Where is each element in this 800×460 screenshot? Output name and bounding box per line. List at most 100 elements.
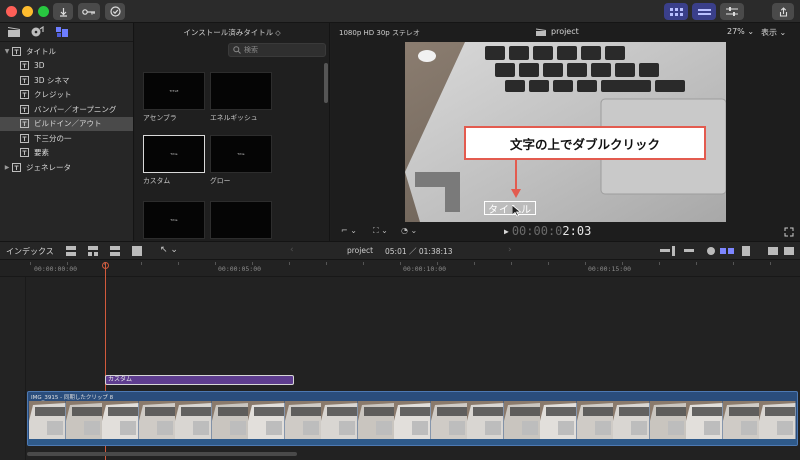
share-icon — [779, 6, 787, 17]
crop-menu[interactable]: ⛶ ⌄ — [373, 226, 388, 236]
sidebar-item-label: ジェネレータ — [26, 162, 71, 172]
video-frame — [613, 401, 650, 439]
history-back-icon[interactable]: ‹ — [290, 245, 294, 255]
timeline-project-label: project — [347, 246, 374, 255]
title-thumbnail[interactable] — [210, 201, 272, 239]
sidebar-item[interactable]: 3D — [0, 59, 133, 74]
ruler-tick — [437, 262, 438, 265]
titles-generators-icon[interactable] — [55, 26, 69, 38]
browser-scrollbar[interactable] — [324, 63, 328, 103]
title-category-icon — [19, 148, 29, 158]
thumbnail-title-text: Title — [237, 151, 245, 156]
ruler-label: 00:00:00:00 — [34, 265, 78, 273]
play-icon[interactable]: ▶ — [504, 227, 509, 236]
title-thumbnail[interactable]: Title — [210, 135, 272, 173]
ruler-tick — [363, 262, 364, 265]
zoom-window-button[interactable] — [38, 6, 49, 17]
ruler-tick — [289, 262, 290, 265]
title-text-overlay[interactable]: タイトル — [484, 201, 536, 216]
sidebar-item[interactable]: ▶ ジェネレータ — [0, 160, 133, 175]
video-frame — [65, 401, 102, 439]
clapper-icon — [536, 28, 546, 36]
sidebar-item[interactable]: バンパー／オープニング — [0, 102, 133, 117]
zoom-value: 27% — [727, 27, 745, 36]
keywords-button[interactable] — [78, 3, 100, 20]
title-category-icon — [19, 90, 29, 100]
video-frame — [649, 401, 686, 439]
ruler-tick — [215, 262, 216, 265]
music-icon[interactable] — [31, 26, 45, 38]
timecode-dim: 00:00:0 — [511, 224, 563, 238]
clapper-icon[interactable] — [7, 26, 21, 38]
title-thumbnail[interactable] — [210, 72, 272, 110]
ruler-tick — [400, 262, 401, 265]
zoom-menu[interactable]: 27% ⌄ — [727, 27, 754, 36]
video-frame — [248, 401, 285, 439]
sidebar-item[interactable]: クレジット — [0, 88, 133, 103]
speed-menu[interactable]: ◔ ⌄ — [401, 226, 417, 235]
background-tasks-button[interactable] — [105, 3, 125, 20]
arrow-down-icon — [511, 160, 521, 198]
chevron-down-icon: ⌄ — [779, 28, 787, 37]
index-button[interactable]: インデックス — [6, 246, 54, 257]
chevron-updown-icon: ◇ — [275, 28, 281, 37]
import-button[interactable] — [53, 3, 73, 20]
download-icon — [59, 7, 67, 17]
timeline-controls-icon[interactable] — [660, 245, 800, 257]
title-thumbnail[interactable]: Title — [143, 201, 205, 239]
fullscreen-icon[interactable] — [784, 227, 794, 237]
sidebar-item[interactable]: 下三分の一 — [0, 131, 133, 146]
view-menu-label: 表示 — [761, 28, 777, 37]
sidebar-item[interactable]: ビルドイン／アウト — [0, 116, 133, 131]
sidebar-item[interactable]: ▼ タイトル — [0, 44, 133, 59]
sidebar-item[interactable]: 要素 — [0, 146, 133, 161]
transform-menu[interactable]: ⌐ ⌄ — [341, 226, 357, 235]
thumbnail-title-text: Title — [170, 151, 178, 156]
sidebar-item-label: 3D — [34, 61, 45, 71]
search-input[interactable]: 検索 — [228, 43, 326, 57]
edit-buttons-icon[interactable] — [66, 245, 156, 257]
close-window-button[interactable] — [6, 6, 17, 17]
title-thumbnail[interactable]: TITLE — [143, 72, 205, 110]
video-frame — [284, 401, 321, 439]
video-frame — [576, 401, 613, 439]
share-button[interactable] — [772, 3, 794, 20]
disclosure-down-icon[interactable]: ▼ — [3, 48, 11, 55]
title-clip[interactable]: カスタム — [105, 375, 294, 385]
ruler-label: 00:00:15:00 — [588, 265, 632, 273]
browser: インストール済みタイトル ◇ 検索 TITLE アセンブラ エネルギッシュ Title… — [135, 23, 330, 241]
ruler-tick — [326, 262, 327, 265]
video-clip-label: IMG_3915 - 同期したクリップ 8 — [31, 395, 114, 401]
view-menu[interactable]: 表示 ⌄ — [761, 27, 786, 38]
timeline-icon — [697, 8, 711, 15]
disclosure-right-icon[interactable]: ▶ — [3, 164, 11, 171]
viewer: 1080p HD 30p ステレオ project 27% ⌄ 表示 ⌄ 文字の… — [331, 23, 800, 241]
inspector-toggle-button[interactable] — [720, 3, 744, 20]
title-thumbnail[interactable]: Title — [143, 135, 205, 173]
select-tool-menu[interactable]: ↖ ⌄ — [160, 245, 178, 255]
timecode-display[interactable]: ▶ 00:00:0 2:03 — [504, 224, 591, 238]
video-clip[interactable]: IMG_3915 - 同期したクリップ 8 — [27, 391, 798, 446]
ruler-tick — [178, 262, 179, 265]
ruler-label: 00:00:05:00 — [218, 265, 262, 273]
video-frame — [211, 401, 248, 439]
instruction-callout-text: 文字の上でダブルクリック — [509, 136, 660, 152]
timecode-bright: 2:03 — [562, 224, 592, 238]
video-frame — [321, 401, 358, 439]
library-toggle-button[interactable] — [664, 3, 688, 20]
minimize-window-button[interactable] — [22, 6, 33, 17]
history-forward-icon[interactable]: › — [508, 245, 512, 255]
viewer-canvas[interactable]: 文字の上でダブルクリック タイトル — [405, 42, 726, 222]
timeline-ruler[interactable]: 00:00:00:00 00:00:05:00 00:00:10:00 00:00:1… — [0, 260, 800, 277]
title-category-icon — [19, 75, 29, 85]
timeline-toggle-button[interactable] — [692, 3, 716, 20]
timeline-scrollbar[interactable] — [27, 452, 297, 456]
sliders-icon — [726, 7, 738, 16]
browser-header[interactable]: インストール済みタイトル ◇ — [135, 23, 329, 42]
title-category-icon — [11, 46, 21, 56]
thumbnail-title-text: Title — [170, 217, 178, 222]
title-category-icon — [19, 133, 29, 143]
search-placeholder: 検索 — [244, 46, 258, 54]
sidebar-item[interactable]: 3D シネマ — [0, 73, 133, 88]
video-frame — [467, 401, 504, 439]
